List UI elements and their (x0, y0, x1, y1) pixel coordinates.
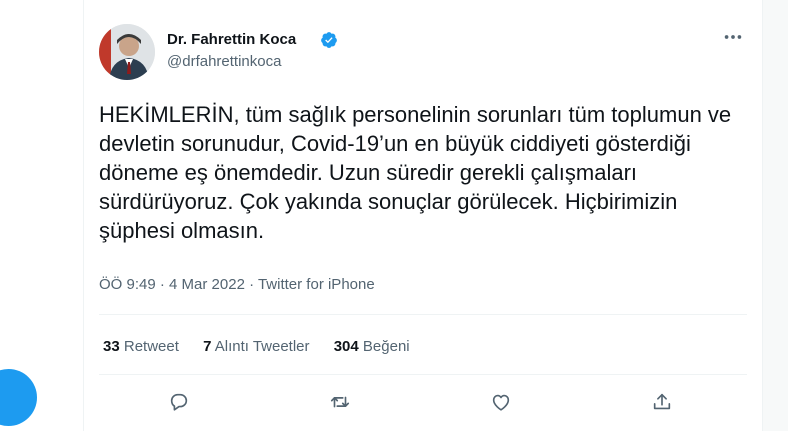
column-divider-left (83, 0, 84, 431)
retweet-count-number: 33 (103, 338, 120, 355)
more-icon[interactable] (722, 26, 744, 48)
heart-icon (492, 394, 510, 411)
verified-badge-icon (321, 32, 337, 48)
retweet-count-label: Retweet (123, 338, 179, 355)
share-button[interactable] (651, 391, 675, 415)
avatar[interactable] (99, 24, 155, 80)
left-sidebar (0, 0, 83, 431)
author-name[interactable]: Dr. Fahrettin Koca (167, 31, 296, 48)
quote-count[interactable]: 7 Alıntı Tweetler (203, 338, 309, 355)
author-handle[interactable]: @drfahrettinkoca (167, 53, 281, 70)
tweet-stats: 33 Retweet 7 Alıntı Tweetler 304 Beğeni (103, 338, 430, 355)
compose-tweet-button[interactable] (0, 369, 37, 426)
like-count-number: 304 (333, 338, 359, 355)
tweet-text: HEKİMLERİN, tüm sağlık personelinin soru… (99, 102, 732, 243)
like-count[interactable]: 304 Beğeni (334, 338, 410, 355)
retweet-icon (330, 396, 350, 408)
quote-count-number: 7 (203, 338, 212, 355)
retweet-button[interactable] (329, 391, 353, 415)
share-icon (653, 393, 671, 410)
like-count-label: Beğeni (362, 338, 410, 355)
tweet-metadata[interactable]: ÖÖ 9:49 · 4 Mar 2022 · Twitter for iPhon… (99, 276, 375, 293)
divider (99, 374, 747, 375)
quote-count-label: Alıntı Tweetler (214, 338, 310, 355)
divider (99, 314, 747, 315)
reply-button[interactable] (168, 391, 192, 415)
like-button[interactable] (490, 391, 514, 415)
avatar-image (99, 24, 155, 80)
reply-icon (170, 393, 188, 411)
right-sidebar (763, 0, 788, 431)
retweet-count[interactable]: 33 Retweet (103, 338, 179, 355)
